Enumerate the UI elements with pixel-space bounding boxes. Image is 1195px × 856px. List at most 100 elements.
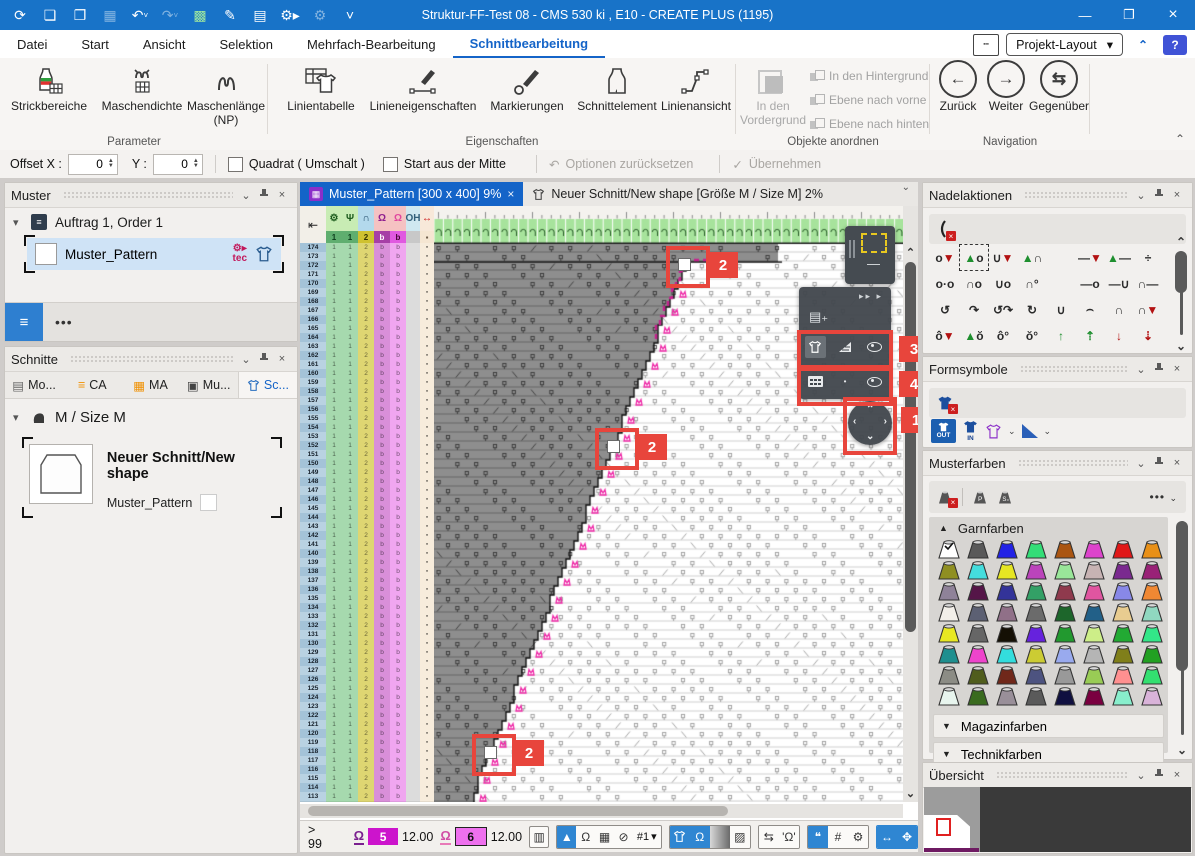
column-header-yarn-carrier-a[interactable]: ⚙ — [326, 206, 343, 231]
pattern-row[interactable]: 123112bb▪ — [300, 702, 434, 711]
zurueck-button[interactable]: ← Zurück — [934, 62, 982, 114]
needle-action-symbol[interactable]: ▲— — [1105, 245, 1133, 270]
yarn-color-swatch[interactable] — [937, 540, 961, 559]
split-view-button[interactable]: ▥ — [529, 826, 549, 848]
close-icon[interactable]: × — [1168, 457, 1186, 469]
pattern-row[interactable]: 168112bb▪ — [300, 297, 434, 306]
column-header-stitch-front[interactable]: Ω — [374, 206, 391, 231]
undo-icon[interactable]: ↶˅ — [130, 5, 150, 25]
scrollbar-thumb[interactable] — [905, 262, 916, 632]
column-header-free-column[interactable]: OH — [406, 206, 421, 231]
control-columns[interactable]: 174112bb▪173112bb▪172112bb▪171112bb▪1701… — [300, 243, 434, 802]
needle-delete-icon[interactable]: × — [937, 220, 951, 238]
needle-action-symbol[interactable]: ŏ° — [1018, 323, 1046, 348]
pattern-row[interactable]: 131112bb▪ — [300, 630, 434, 639]
ctrl-cell-free-column[interactable] — [406, 792, 421, 802]
needle-action-symbol[interactable]: ∩ — [1105, 297, 1133, 322]
swap-direction-button[interactable]: ⇆ — [759, 826, 779, 848]
tab-muster[interactable]: ▣Mu... — [180, 372, 238, 398]
yarn-color-swatch[interactable] — [1082, 561, 1106, 580]
yarn-color-swatch[interactable] — [1053, 666, 1077, 685]
yarn-color-swatch[interactable] — [1140, 666, 1164, 685]
ebene-nach-vorne-button[interactable]: Ebene nach vorne — [810, 88, 929, 112]
column-value-needle-bed[interactable]: 2 — [358, 231, 375, 243]
shape-card[interactable]: Neuer Schnitt/New shape Muster_Pattern — [25, 440, 279, 515]
column-header-stitch-back[interactable]: Ω — [390, 206, 407, 231]
expand-icons[interactable]: ▸▸ ▸ — [859, 291, 883, 302]
pattern-row[interactable]: 157112bb▪ — [300, 396, 434, 405]
close-button[interactable]: × — [1151, 0, 1195, 30]
pattern-row[interactable]: 172112bb▪ — [300, 261, 434, 270]
yarn-color-swatch[interactable] — [1053, 582, 1077, 601]
yarn-color-swatch[interactable] — [995, 645, 1019, 664]
chevron-down-icon[interactable]: ⌄ — [1132, 457, 1150, 470]
scroll-down-icon[interactable]: ⌄ — [1173, 339, 1189, 353]
linieneigenschaften-button[interactable]: Linieneigenschaften — [364, 62, 482, 114]
pattern-row[interactable]: 144112bb▪ — [300, 513, 434, 522]
collapse-ribbon-icon[interactable]: ⌃ — [1130, 34, 1156, 55]
yarn-color-swatch[interactable] — [1024, 645, 1048, 664]
grid-lines-button[interactable]: # — [828, 826, 848, 848]
yarn-color-swatch[interactable] — [1082, 540, 1106, 559]
np-value-back[interactable]: 6 — [455, 827, 487, 846]
scroll-down-icon[interactable]: ⌄ — [903, 787, 918, 800]
pattern-row[interactable]: 145112bb▪ — [300, 504, 434, 513]
pattern-row[interactable]: 158112bb▪ — [300, 387, 434, 396]
close-tab-icon[interactable]: × — [507, 187, 514, 201]
loop-direction-button[interactable]: 'Ω' — [779, 826, 799, 848]
scrollbar-thumb[interactable] — [1175, 251, 1187, 293]
pattern-row[interactable]: 156112bb▪ — [300, 405, 434, 414]
scroll-down-icon[interactable]: ⌄ — [1174, 743, 1190, 757]
pattern-row[interactable]: 134112bb▪ — [300, 603, 434, 612]
needle-action-symbol[interactable]: ⌢ — [1076, 297, 1104, 322]
ribbon-collapse-icon[interactable]: ⌃ — [1175, 132, 1185, 146]
in-den-vordergrund-button[interactable]: In den Vordergrund — [740, 62, 806, 128]
offset-x-stepper[interactable]: ▲▼ — [68, 154, 118, 175]
tab-schnittbearbeitung[interactable]: Schnittbearbeitung — [453, 30, 605, 58]
pattern-row[interactable]: 154112bb▪ — [300, 423, 434, 432]
yarn-color-swatch[interactable] — [1082, 624, 1106, 643]
grid-edit-button[interactable]: ▨ — [730, 826, 750, 848]
pattern-row[interactable]: 115112bb▪ — [300, 774, 434, 783]
minus-icon[interactable]: — — [867, 256, 880, 271]
yarn-color-swatch[interactable] — [1140, 687, 1164, 706]
yarn-color-swatch[interactable] — [1082, 645, 1106, 664]
offset-y-stepper[interactable]: ▲▼ — [153, 154, 203, 175]
needle-action-symbol[interactable] — [1047, 271, 1075, 296]
pattern-row[interactable]: 174112bb▪ — [300, 243, 434, 252]
layer-selector[interactable]: #1▾ — [633, 826, 661, 848]
order-view-button[interactable]: ≡ — [5, 303, 43, 341]
needle-action-symbol[interactable]: ∪ — [1047, 297, 1075, 322]
yarn-color-swatch[interactable] — [1024, 540, 1048, 559]
yarn-color-swatch[interactable] — [995, 666, 1019, 685]
np-value-front[interactable]: 5 — [368, 828, 398, 845]
needle-action-symbol[interactable]: ▲ŏ — [960, 323, 988, 348]
offset-x-input[interactable] — [69, 156, 105, 172]
yarn-color-swatch[interactable] — [1024, 666, 1048, 685]
needle-action-symbol[interactable]: ∩° — [1018, 271, 1046, 296]
ctrl-cell-width-column[interactable]: ▪ — [420, 792, 434, 802]
gegenueber-button[interactable]: ⇆ Gegenüber — [1030, 62, 1088, 114]
draw-tool-icon[interactable]: ✎ — [220, 5, 240, 25]
needle-action-symbol[interactable]: —▼ — [1076, 245, 1104, 270]
weiter-button[interactable]: → Weiter — [984, 62, 1028, 114]
ctrl-cell-yarn-carrier-b[interactable]: 1 — [342, 792, 359, 802]
checkbox-icon[interactable] — [228, 157, 243, 172]
none-view-button[interactable]: ⊘ — [614, 826, 633, 848]
garnfarben-section-header[interactable]: ▲ Garnfarben — [929, 517, 1168, 539]
order-tree-item[interactable]: ▾ ≡ Auftrag 1, Order 1 — [5, 208, 297, 236]
needle-action-symbol[interactable]: ⇣ — [1134, 323, 1162, 348]
tools-button[interactable]: ⚙ — [848, 826, 868, 848]
yarn-color-swatch[interactable] — [995, 687, 1019, 706]
yarn-color-swatch[interactable] — [1111, 624, 1135, 643]
more-options-button[interactable]: ••• — [55, 314, 73, 330]
pattern-row[interactable]: 122112bb▪ — [300, 711, 434, 720]
needle-action-symbol[interactable]: ∩▼ — [1134, 297, 1162, 322]
grid-view-button[interactable]: ▦ — [595, 826, 614, 848]
yarn-color-swatch[interactable] — [1111, 687, 1135, 706]
close-icon[interactable]: × — [1168, 189, 1186, 201]
yarn-color-swatch[interactable] — [995, 624, 1019, 643]
pattern-row[interactable]: 146112bb▪ — [300, 495, 434, 504]
pattern-row[interactable]: 142112bb▪ — [300, 531, 434, 540]
yarn-color-swatch[interactable] — [937, 645, 961, 664]
